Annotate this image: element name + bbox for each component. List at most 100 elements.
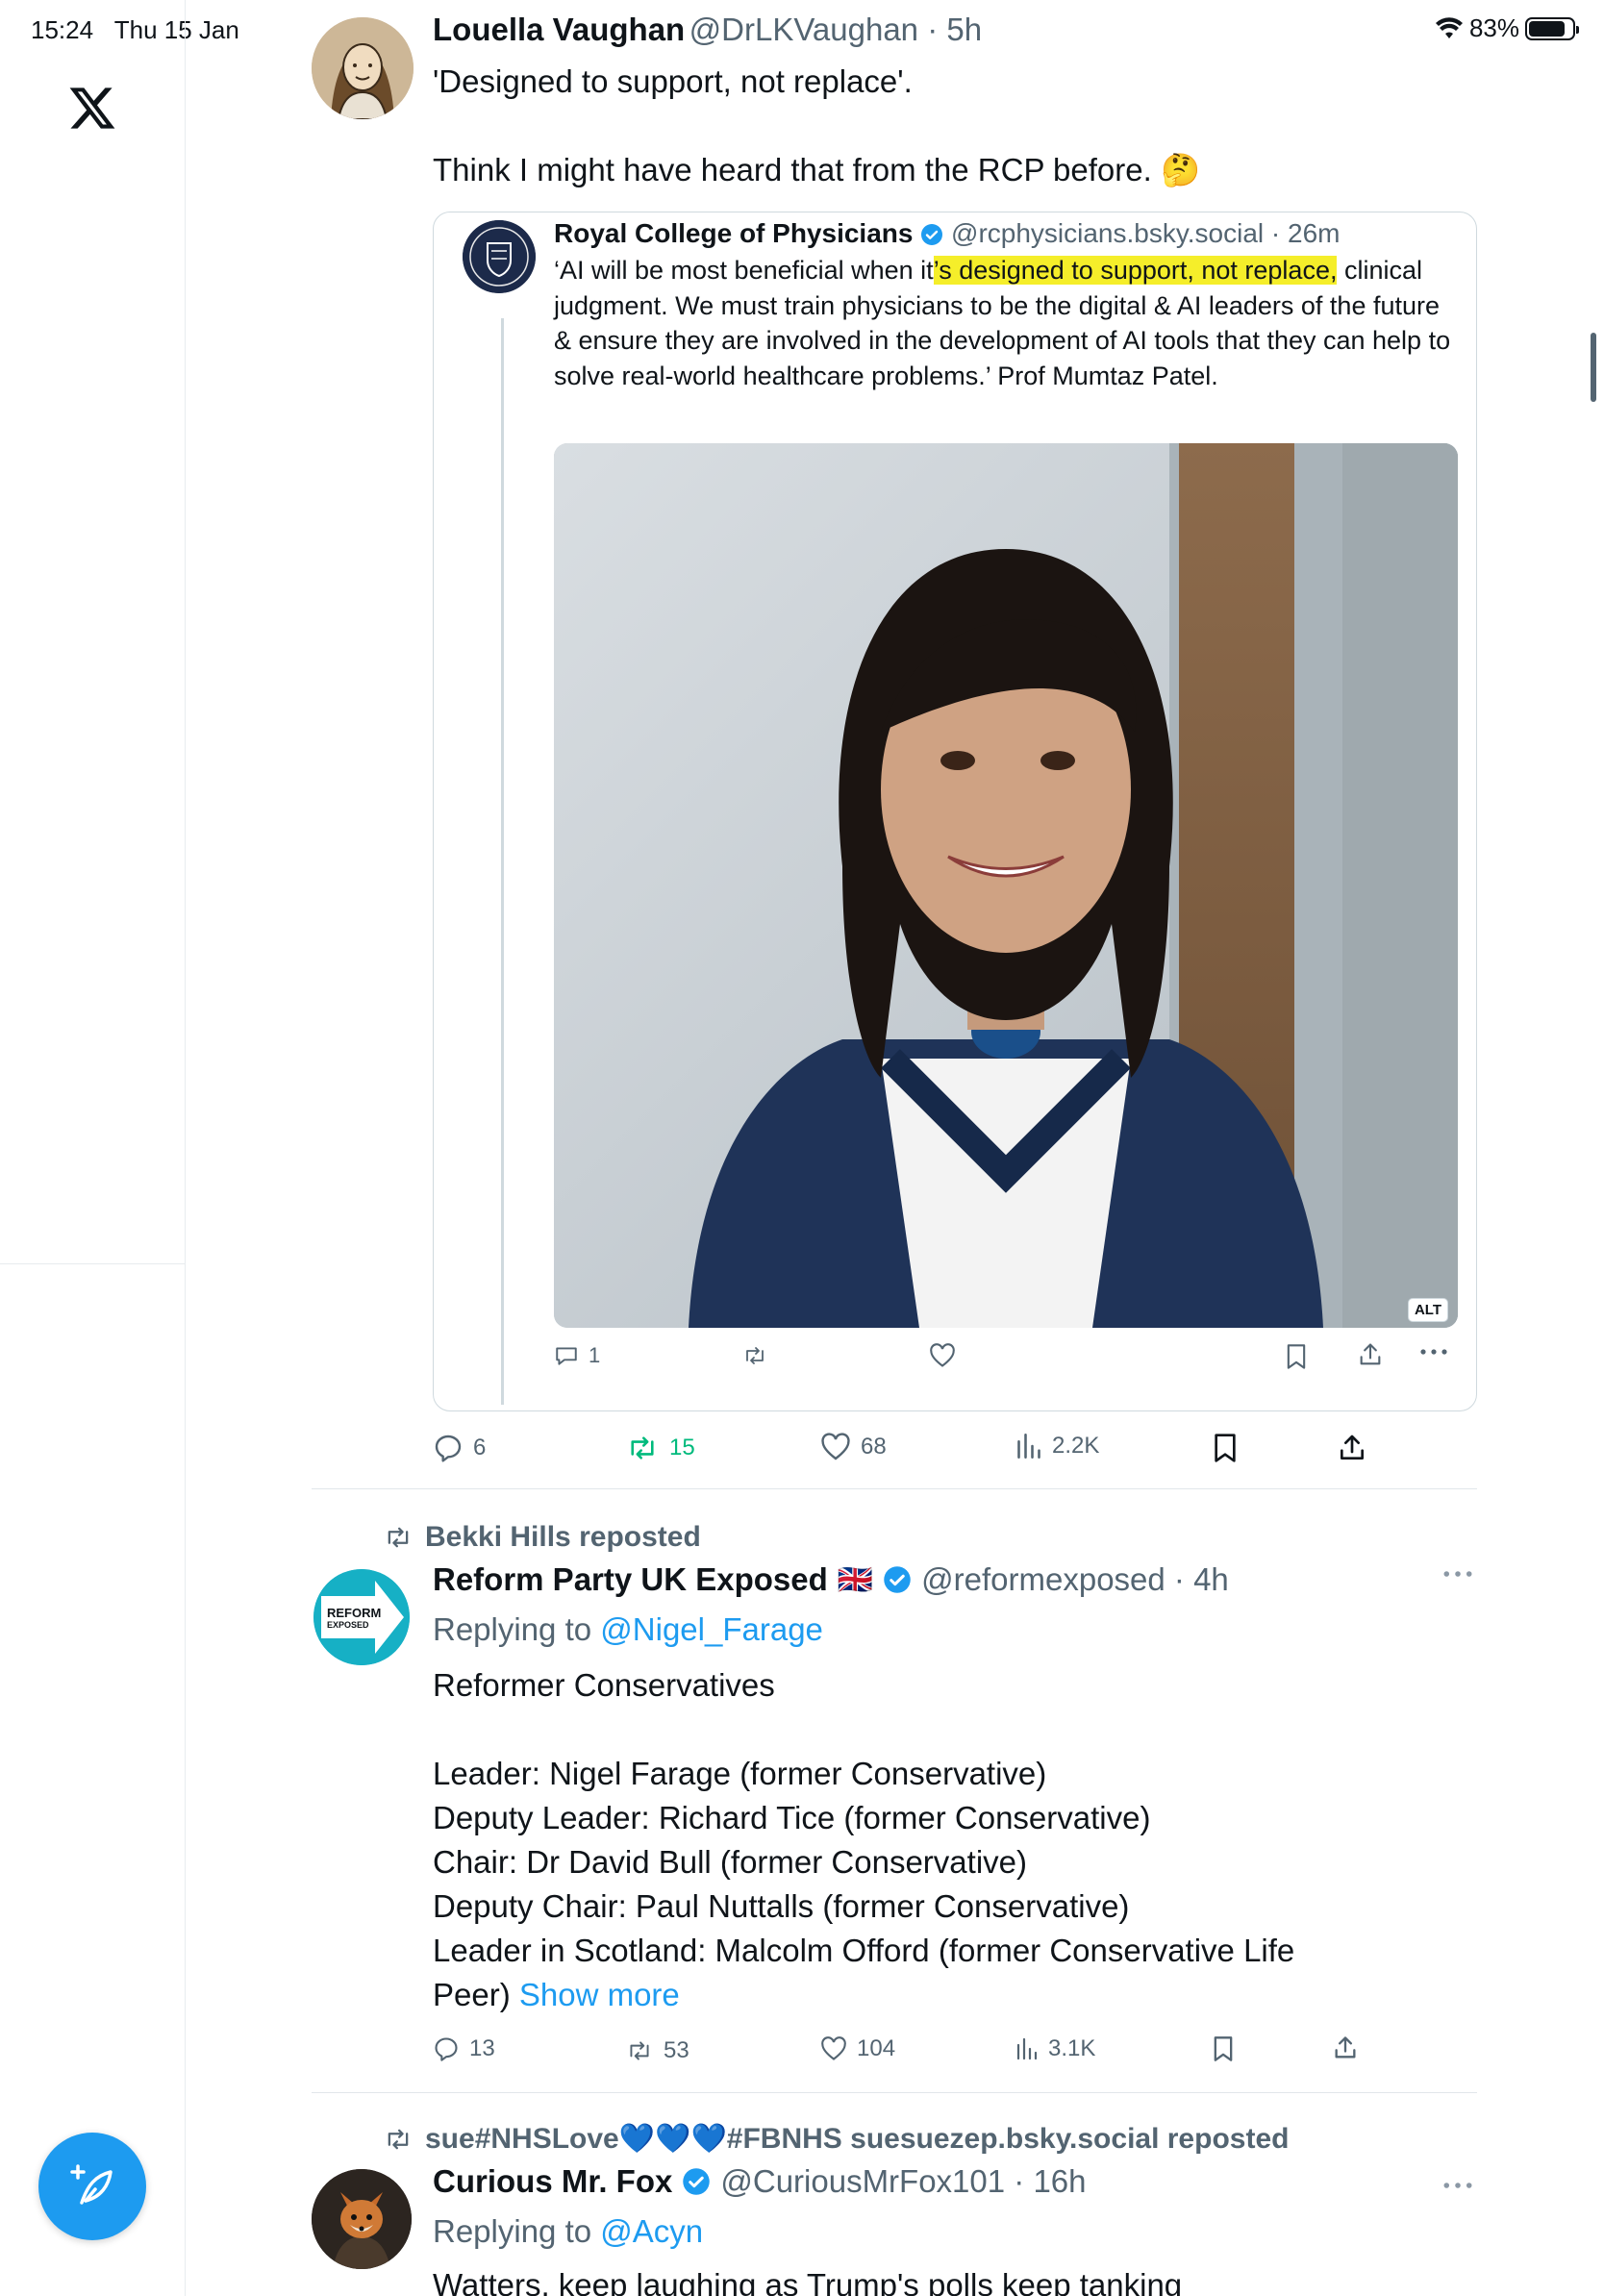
post-time[interactable]: 5h [946,12,982,47]
more-options-button[interactable] [1442,1567,1473,1585]
share-button[interactable] [1337,1433,1367,1463]
compose-post-button[interactable] [38,2133,146,2240]
reposted-by-label[interactable]: Bekki Hills reposted [425,1521,701,1554]
replying-to-handle[interactable]: @Acyn [600,2213,703,2249]
quoted-share-button[interactable] [1357,1341,1384,1368]
repost-icon [746,1347,764,1364]
repost-button[interactable]: 15 [625,1433,695,1463]
views-button[interactable]: 3.1K [1015,2035,1095,2062]
feather-plus-icon [70,2164,113,2205]
tweet-line: Leader in Scotland: Malcolm Offord (form… [433,1933,1295,1968]
status-bar-right: 83% [1435,13,1579,43]
author-handle[interactable]: @DrLKVaughan [689,12,918,47]
avatar-logo-text: EXPOSED [327,1620,369,1630]
repost-context: Bekki Hills reposted [383,1521,701,1554]
replying-to-label: Replying to [433,2213,592,2249]
fox-portrait-image [312,2169,412,2269]
like-button[interactable]: 68 [820,1433,887,1461]
repost-icon [630,2041,649,2060]
post-time[interactable]: 4h [1193,1561,1229,1597]
wifi-icon [1435,16,1463,38]
view-count: 2.2K [1052,1433,1100,1459]
separator-dot: · [1264,218,1289,248]
repost-count: 53 [664,2037,689,2063]
replying-to-label: Replying to [433,1611,592,1647]
author-name[interactable]: Curious Mr. Fox [433,2163,672,2200]
more-options-button[interactable] [1442,2179,1473,2196]
author-handle[interactable]: @reformexposed [921,1561,1165,1597]
post-time[interactable]: 16h [1033,2163,1086,2199]
author-name[interactable]: Reform Party UK Exposed [433,1561,828,1598]
rcp-avatar[interactable] [463,220,536,293]
repost-button[interactable]: 53 [625,2037,689,2064]
tweet-line: Watters, keep laughing as Trump's polls … [433,2267,1183,2296]
tweet-line: Reformer Conservatives [433,1667,775,1703]
show-more-link[interactable]: Show more [519,1977,680,2012]
tweet-line: Deputy Leader: Richard Tice (former Cons… [433,1800,1151,1835]
tweet-line: Peer) [433,1977,511,2012]
battery-icon [1525,16,1579,40]
repost-context: sue#NHSLove💙💙💙#FBNHS suesuezep.bsky.soci… [383,2122,1289,2156]
more-icon [1443,2183,1472,2188]
like-count: 68 [861,1434,887,1460]
quoted-text: ‘AI will be most beneficial when it’s de… [554,253,1458,393]
quoted-more-button[interactable] [1419,1347,1448,1357]
bookmark-icon [1215,1434,1236,1462]
repost-icon [388,2129,409,2149]
reply-button[interactable]: 6 [433,1433,486,1463]
quoted-header: Royal College of Physicians @rcphysician… [554,218,1341,249]
avatar-illustration [312,17,414,119]
reposted-by-label[interactable]: sue#NHSLove💙💙💙#FBNHS suesuezep.bsky.soci… [425,2122,1289,2156]
tweet-text: Watters, keep laughing as Trump's polls … [433,2263,1182,2296]
replying-to-handle[interactable]: @Nigel_Farage [600,1611,823,1647]
like-count: 104 [857,2035,896,2061]
bookmark-button[interactable] [1212,1433,1239,1463]
share-icon [1335,2036,1356,2059]
battery-percent: 83% [1468,13,1519,42]
reply-button[interactable]: 13 [433,2035,495,2062]
avatar[interactable] [312,17,414,119]
reform-exposed-logo: REFORM EXPOSED [313,1569,410,1665]
quoted-bookmark-button[interactable] [1285,1343,1308,1370]
quoted-post-card[interactable]: Royal College of Physicians @rcphysician… [433,212,1477,1411]
quoted-like-button[interactable] [929,1343,956,1368]
x-logo-icon[interactable] [67,83,117,133]
verified-badge-icon [884,1566,911,1593]
thread-line [501,318,504,1405]
quoted-text-before: ‘AI will be most beneficial when it [554,256,934,285]
tweet-text: Reformer Conservatives Leader: Nigel Far… [433,1663,1442,2017]
author-name[interactable]: Louella Vaughan [433,12,685,47]
tweet-header: Louella Vaughan @DrLKVaughan · 5h [433,12,982,48]
quoted-photo[interactable]: ALT [554,443,1458,1328]
reply-icon [435,1435,462,1462]
avatar-logo-text: REFORM [327,1606,381,1620]
like-button[interactable]: 104 [820,2035,895,2062]
heart-icon [930,1343,955,1367]
quoted-author-name[interactable]: Royal College of Physicians [554,218,913,248]
avatar[interactable]: REFORM EXPOSED [313,1569,410,1665]
reply-icon [556,1347,577,1365]
views-chart-icon [1017,1434,1040,1459]
author-handle[interactable]: @CuriousMrFox101 [720,2163,1005,2199]
tweet-line: 'Designed to support, not replace'. [433,63,913,99]
quoted-repost-button[interactable] [741,1343,768,1368]
share-button[interactable] [1332,2034,1359,2061]
quoted-author-handle[interactable]: @rcphysicians.bsky.social [951,218,1264,248]
tweet-separator [312,1488,1477,1489]
tweet-line: Deputy Chair: Paul Nuttalls (former Cons… [433,1888,1130,1924]
avatar[interactable] [312,2169,412,2269]
bookmark-button[interactable] [1212,2035,1235,2062]
views-button[interactable]: 2.2K [1015,1433,1099,1460]
verified-badge-icon [683,2168,711,2195]
crest-icon [463,220,536,293]
share-icon [1341,1435,1364,1460]
scrollbar-thumb[interactable] [1591,333,1596,402]
quoted-text-highlight: ’s designed to support, not replace, [933,256,1338,285]
rail-divider [0,1263,186,1264]
battery-fill [1529,20,1565,37]
quoted-reply-button[interactable]: 1 [554,1343,600,1368]
alt-text-badge[interactable]: ALT [1407,1298,1448,1322]
portrait-image [554,443,1458,1328]
